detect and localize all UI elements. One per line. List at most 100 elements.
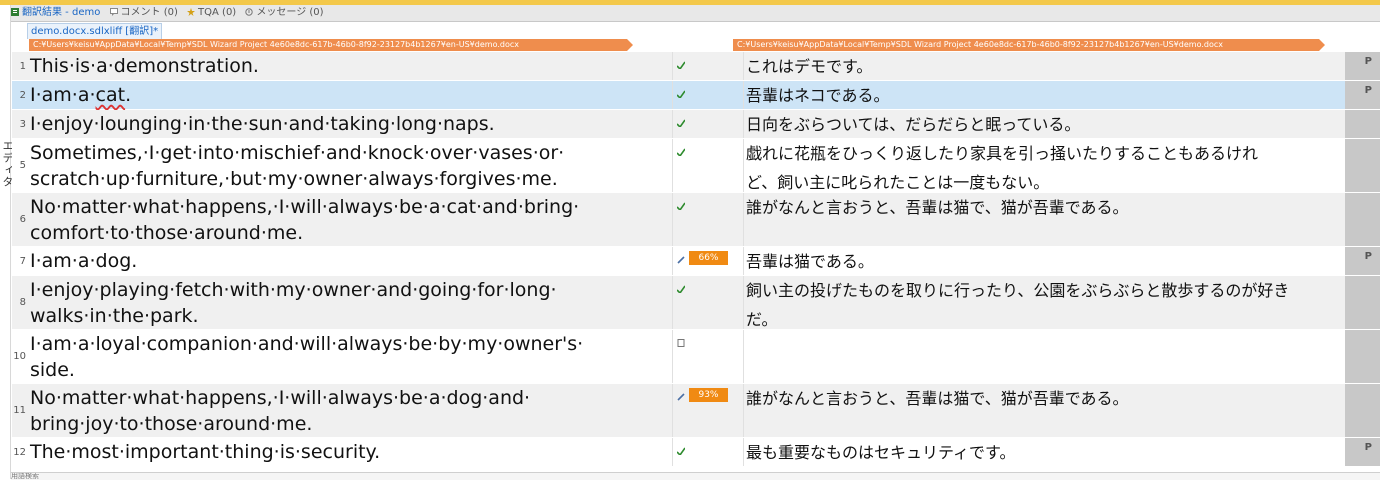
segment-lock-column: P — [1345, 81, 1380, 109]
segment-status-cell[interactable] — [672, 81, 744, 109]
segment-lock-column — [1345, 110, 1380, 138]
segment-lock-column — [1345, 193, 1380, 246]
editor-side-panel[interactable]: エディタ — [0, 5, 14, 479]
comment-icon — [109, 6, 118, 16]
target-text-line: 誰がなんと言おうと、吾輩は猫で、猫が吾輩である。 — [746, 198, 1129, 217]
source-text-line: This·is·a·demonstration. — [30, 55, 259, 77]
tqa-icon — [187, 6, 196, 16]
source-segment[interactable]: I·am·a·cat. — [30, 82, 672, 108]
target-file-path: C:¥Users¥keisu¥AppData¥Local¥Temp¥SDL Wi… — [733, 39, 1325, 51]
source-text-line: comfort·to·those·around·me. — [30, 222, 304, 244]
segment-status-cell[interactable] — [672, 52, 744, 80]
segment-status-cell[interactable] — [672, 276, 744, 329]
source-segment[interactable]: I·am·a·dog. — [30, 248, 672, 274]
source-file-path: C:¥Users¥keisu¥AppData¥Local¥Temp¥SDL Wi… — [29, 39, 633, 51]
target-segment[interactable]: 戯れに花瓶をひっくり返したり家具を引っ掻いたりすることもあるけれ ど、飼い主に叱ら… — [746, 139, 1346, 197]
target-segment[interactable]: 吾輩は猫である。 — [746, 247, 1346, 276]
target-text-line: 最も重要なものはセキュリティです。 — [746, 443, 1016, 462]
tab-tqa[interactable]: TQA (0) — [187, 5, 236, 21]
source-segment[interactable]: I·enjoy·playing·fetch·with·my·owner·and·… — [30, 277, 672, 329]
segment-row[interactable]: 7 I·am·a·dog. 66% 吾輩は猫である。 P — [12, 247, 1380, 276]
source-text-line: No·matter·what·happens,·I·will·always·be… — [30, 387, 531, 409]
document-tab[interactable]: demo.docx.sdlxliff [翻訳]* — [27, 23, 163, 39]
target-segment[interactable]: 吾輩はネコである。 — [746, 81, 1346, 110]
source-text-line: I·enjoy·lounging·in·the·sun·and·taking·l… — [30, 113, 495, 135]
source-segment[interactable]: No·matter·what·happens,·I·will·always·be… — [30, 194, 672, 246]
segment-number: 2 — [19, 90, 26, 101]
target-segment[interactable]: 誰がなんと言おうと、吾輩は猫で、猫が吾輩である。 — [746, 384, 1346, 413]
segment-row[interactable]: 3 I·enjoy·lounging·in·the·sun·and·taking·… — [12, 110, 1380, 139]
target-text-line: これはデモです。 — [746, 57, 873, 76]
source-segment[interactable]: I·am·a·loyal·companion·and·will·always·b… — [30, 331, 672, 383]
segment-row[interactable]: 6 No·matter·what·happens,·I·will·always·b… — [12, 193, 1380, 247]
segment-status-cell[interactable] — [672, 193, 744, 246]
segment-status-cell[interactable]: 93% — [672, 384, 744, 437]
translated-check-icon — [676, 141, 686, 158]
target-text-line: 吾輩は猫である。 — [746, 252, 874, 271]
segment-row[interactable]: 10 I·am·a·loyal·companion·and·will·always… — [12, 330, 1380, 384]
target-segment[interactable]: 飼い主の投げたものを取りに行ったり、公園をぶらぶらと散歩するのが好き だ。 — [746, 276, 1346, 334]
translated-check-icon — [676, 440, 686, 457]
draft-pencil-icon — [677, 249, 685, 264]
segment-row[interactable]: 1 This·is·a·demonstration. これはデモです。 P — [12, 52, 1380, 81]
source-text-line: No·matter·what·happens,·I·will·always·be… — [30, 196, 580, 218]
target-segment[interactable]: 最も重要なものはセキュリティです。 — [746, 438, 1346, 467]
paragraph-marker: P — [1364, 251, 1372, 262]
source-segment[interactable]: I·enjoy·lounging·in·the·sun·and·taking·l… — [30, 111, 672, 137]
source-segment[interactable]: No·matter·what·happens,·I·will·always·be… — [30, 385, 672, 437]
segment-number: 3 — [19, 119, 26, 130]
segment-row[interactable]: 5 Sometimes,·I·get·into·mischief·and·knoc… — [12, 139, 1380, 193]
translated-check-icon — [676, 83, 686, 100]
source-text-line: I·am·a·loyal·companion·and·will·always·b… — [30, 333, 584, 355]
target-segment[interactable]: 日向をぶらついては、だらだらと眠っている。 — [746, 110, 1346, 139]
target-segment[interactable]: これはデモです。 — [746, 52, 1346, 81]
target-text-line: 吾輩はネコである。 — [746, 86, 890, 105]
tab-label: TQA (0) — [198, 7, 237, 18]
translated-check-icon — [676, 112, 686, 129]
segment-status-cell[interactable] — [672, 330, 744, 383]
source-text-line: scratch·up·furniture,·but·my·owner·alway… — [30, 168, 558, 190]
tab-messages[interactable]: メッセージ (0) — [245, 5, 324, 21]
tab-label: コメント (0) — [120, 7, 178, 18]
source-segment[interactable]: The·most·important·thing·is·security. — [30, 439, 672, 465]
source-segment[interactable]: Sometimes,·I·get·into·mischief·and·knock… — [30, 140, 672, 192]
segment-number: 8 — [19, 297, 26, 308]
segment-grid: 1 This·is·a·demonstration. これはデモです。 P 2 I·am·… — [12, 52, 1380, 467]
tab-translation-results[interactable]: 翻訳結果 - demo — [11, 5, 100, 21]
translated-check-icon — [676, 195, 686, 212]
target-text-line: 飼い主の投げたものを取りに行ったり、公園をぶらぶらと散歩するのが好き — [746, 281, 1290, 300]
draft-pencil-icon — [677, 386, 685, 401]
paragraph-marker: P — [1364, 85, 1372, 96]
translated-check-icon — [676, 278, 686, 295]
source-segment[interactable]: This·is·a·demonstration. — [30, 53, 672, 79]
target-text-line: 日向をぶらついては、だらだらと眠っている。 — [746, 115, 1081, 134]
target-text-line: 誰がなんと言おうと、吾輩は猫で、猫が吾輩である。 — [746, 389, 1129, 408]
tab-label: 翻訳結果 - demo — [22, 7, 101, 18]
source-text-line: The·most·important·thing·is·security. — [30, 441, 381, 463]
segment-row[interactable]: 2 I·am·a·cat. 吾輩はネコである。 P — [12, 81, 1380, 110]
segment-row[interactable]: 11 No·matter·what·happens,·I·will·always·… — [12, 384, 1380, 438]
tab-label: メッセージ (0) — [256, 7, 324, 18]
source-text-line: bring·joy·to·those·around·me. — [30, 413, 313, 435]
segment-number: 7 — [19, 256, 26, 267]
segment-row[interactable]: 12 The·most·important·thing·is·security. 最… — [12, 438, 1380, 467]
target-segment[interactable]: 誰がなんと言おうと、吾輩は猫で、猫が吾輩である。 — [746, 193, 1346, 222]
segment-lock-column — [1345, 276, 1380, 329]
segment-status-cell[interactable] — [672, 139, 744, 192]
translation-results-icon — [11, 6, 19, 16]
segment-lock-column — [1345, 384, 1380, 437]
segment-lock-column — [1345, 330, 1380, 383]
segment-status-cell[interactable] — [672, 110, 744, 138]
not-translated-page-icon — [677, 332, 685, 347]
source-text-line: side. — [30, 359, 75, 381]
segment-lock-column: P — [1345, 52, 1380, 80]
spellcheck-mark[interactable]: cat — [96, 84, 126, 106]
segment-status-cell[interactable] — [672, 438, 744, 466]
tab-comments[interactable]: コメント (0) — [109, 5, 178, 21]
segment-row[interactable]: 8 I·enjoy·playing·fetch·with·my·owner·and… — [12, 276, 1380, 330]
segment-status-cell[interactable]: 66% — [672, 247, 744, 275]
match-percent-badge: 93% — [689, 388, 728, 402]
source-text-line: I·am·a·cat. — [30, 84, 132, 106]
translated-check-icon — [676, 54, 686, 71]
paragraph-marker: P — [1364, 56, 1372, 67]
